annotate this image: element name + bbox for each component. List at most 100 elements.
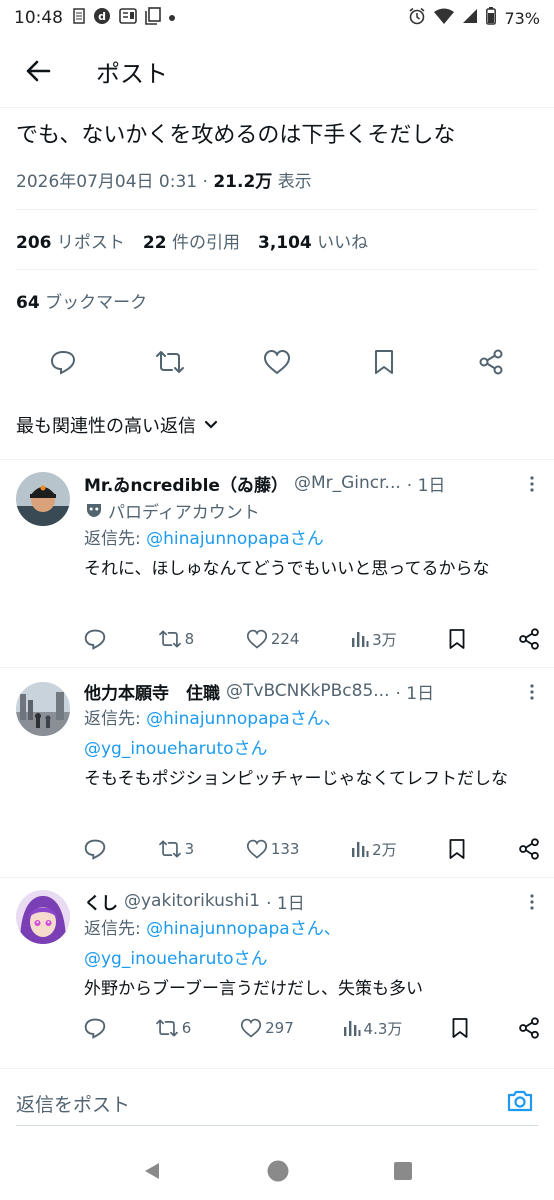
avatar[interactable] <box>16 472 70 526</box>
views-count: 21.2万 <box>213 172 273 192</box>
bookmark-icon <box>449 629 465 649</box>
reply-views-button[interactable]: 4.3万 <box>343 1018 403 1039</box>
reply-author-name[interactable]: Mr.ゐncredible（ゐ藤） <box>84 471 288 496</box>
views-count: 4.3万 <box>363 1019 403 1038</box>
reply-to-line: 返信先: @hinajunnopapaさん、 @yg_inoueharutoさん <box>84 704 540 764</box>
bookmarks-label: ブックマーク <box>45 293 148 313</box>
retweet-button[interactable] <box>152 344 188 380</box>
signal-icon <box>462 8 478 28</box>
reply-views-button[interactable]: 3万 <box>351 629 397 650</box>
reply-composer-input[interactable]: 返信をポスト <box>16 1082 538 1126</box>
reply-reply-button[interactable] <box>84 1017 106 1039</box>
quotes-stat[interactable]: 22 件の引用 <box>143 228 240 253</box>
reply-to-link-2[interactable]: @yg_inoueharutoさん <box>84 949 268 969</box>
d-app-icon: d <box>93 7 111 29</box>
reply-bookmark-button[interactable] <box>448 838 466 860</box>
reply-like-button[interactable]: 297 <box>240 1018 294 1038</box>
reply-to-link-2[interactable]: @yg_inoueharutoさん <box>84 739 268 759</box>
retweets-label: リポスト <box>56 233 125 253</box>
reply-reply-button[interactable] <box>84 838 106 860</box>
reply-time[interactable]: · 1日 <box>396 679 435 704</box>
system-nav-bar <box>0 1146 554 1200</box>
like-button[interactable] <box>259 344 295 380</box>
likes-count: 3,104 <box>257 233 312 253</box>
reply-time[interactable]: · 1日 <box>407 471 446 496</box>
tweet-action-bar <box>0 344 554 380</box>
reply-retweet-button[interactable]: 6 <box>155 1018 191 1038</box>
reply-like-button[interactable]: 133 <box>246 839 299 859</box>
retweets-stat[interactable]: 206 リポスト <box>16 228 125 253</box>
reply-button[interactable] <box>45 344 81 380</box>
share-icon <box>479 349 503 375</box>
reply-icon <box>84 629 106 650</box>
arrow-left-icon <box>26 60 51 82</box>
reply-to-link[interactable]: @hinajunnopapaさん <box>146 529 324 549</box>
reply-to-prefix: 返信先: <box>84 919 141 939</box>
reply-to-prefix: 返信先: <box>84 529 141 549</box>
tweet-datetime[interactable]: 2026年07月04日 0:31 <box>16 172 197 192</box>
camera-icon <box>507 1090 533 1112</box>
reply-share-button[interactable] <box>518 628 540 650</box>
camera-button[interactable] <box>506 1088 534 1119</box>
reply-author-handle[interactable]: @Mr_Gincr... <box>294 473 401 493</box>
reply-bookmark-button[interactable] <box>448 628 466 650</box>
heart-icon <box>263 349 290 375</box>
bookmarks-count: 64 <box>16 293 40 313</box>
nav-recents-button[interactable] <box>393 1161 413 1185</box>
reply-like-button[interactable]: 224 <box>246 629 300 649</box>
reply-to-link[interactable]: @hinajunnopapaさん、 <box>146 709 341 729</box>
reply-item[interactable]: くし @yakitorikushi1 · 1日 返信先: @hinajunnop… <box>0 877 554 1057</box>
reply-author-handle[interactable]: @yakitorikushi1 <box>124 891 260 911</box>
like-count: 224 <box>270 630 300 648</box>
more-options-icon[interactable] <box>524 682 540 702</box>
reply-share-button[interactable] <box>518 838 540 860</box>
composer-divider <box>0 1068 554 1069</box>
tweet-text: でも、ないかくを攻めるのは下手くそだしな <box>16 123 456 148</box>
reply-reply-button[interactable] <box>84 628 106 650</box>
more-options-icon[interactable] <box>524 892 540 912</box>
reply-author-handle[interactable]: @TvBCNKkPBc85... <box>226 681 390 701</box>
reply-author-name[interactable]: 他力本願寺 住職 <box>84 679 220 704</box>
views-label: 表示 <box>277 172 312 192</box>
share-icon <box>519 1017 539 1039</box>
mask-icon <box>87 504 101 517</box>
reply-bookmark-button[interactable] <box>451 1017 469 1039</box>
tweet-meta: 2026年07月04日 0:31 · 21.2万 表示 <box>16 167 312 192</box>
status-icons-right: 73% <box>408 7 540 29</box>
avatar[interactable] <box>16 890 70 944</box>
views-count: 2万 <box>372 840 397 859</box>
bookmark-icon <box>452 1018 468 1038</box>
reply-author-name[interactable]: くし <box>84 889 118 914</box>
reply-body: くし @yakitorikushi1 · 1日 返信先: @hinajunnop… <box>84 888 540 1004</box>
share-button[interactable] <box>473 344 509 380</box>
nav-back-button[interactable] <box>141 1160 163 1186</box>
reply-to-link[interactable]: @hinajunnopapaさん、 <box>146 919 341 939</box>
bookmarks-stat[interactable]: 64 ブックマーク <box>16 288 147 313</box>
bookmark-button[interactable] <box>366 344 402 380</box>
battery-percent: 73% <box>504 8 540 28</box>
reply-share-button[interactable] <box>518 1017 540 1039</box>
triangle-back-icon <box>145 1163 160 1179</box>
likes-stat[interactable]: 3,104 いいね <box>258 228 368 253</box>
battery-icon <box>486 7 497 29</box>
avatar[interactable] <box>16 682 70 736</box>
reply-retweet-button[interactable]: 3 <box>158 839 194 859</box>
reply-to-line: 返信先: @hinajunnopapaさん <box>84 524 540 554</box>
reply-time[interactable]: · 1日 <box>266 889 305 914</box>
dot-icon <box>169 15 175 21</box>
nav-home-button[interactable] <box>266 1159 290 1187</box>
reply-views-button[interactable]: 2万 <box>351 839 397 860</box>
back-button[interactable] <box>20 53 56 89</box>
reply-item[interactable]: Mr.ゐncredible（ゐ藤） @Mr_Gincr... · 1日 パロディ… <box>0 459 554 667</box>
reply-sort-dropdown[interactable]: 最も関連性の高い返信 <box>16 412 218 438</box>
reply-retweet-button[interactable]: 8 <box>158 629 194 649</box>
share-icon <box>519 628 539 650</box>
composer-placeholder: 返信をポスト <box>16 1094 131 1116</box>
reply-item[interactable]: 他力本願寺 住職 @TvBCNKkPBc85... · 1日 返信先: @hin… <box>0 667 554 877</box>
reply-text: それに、ほしゅなんてどうでもいいと思ってるからな <box>84 559 490 579</box>
status-time: 10:48 <box>14 8 63 28</box>
retweet-icon <box>155 1019 178 1037</box>
more-options-icon[interactable] <box>524 474 540 494</box>
divider <box>16 269 538 270</box>
meta-separator: · <box>202 172 214 192</box>
